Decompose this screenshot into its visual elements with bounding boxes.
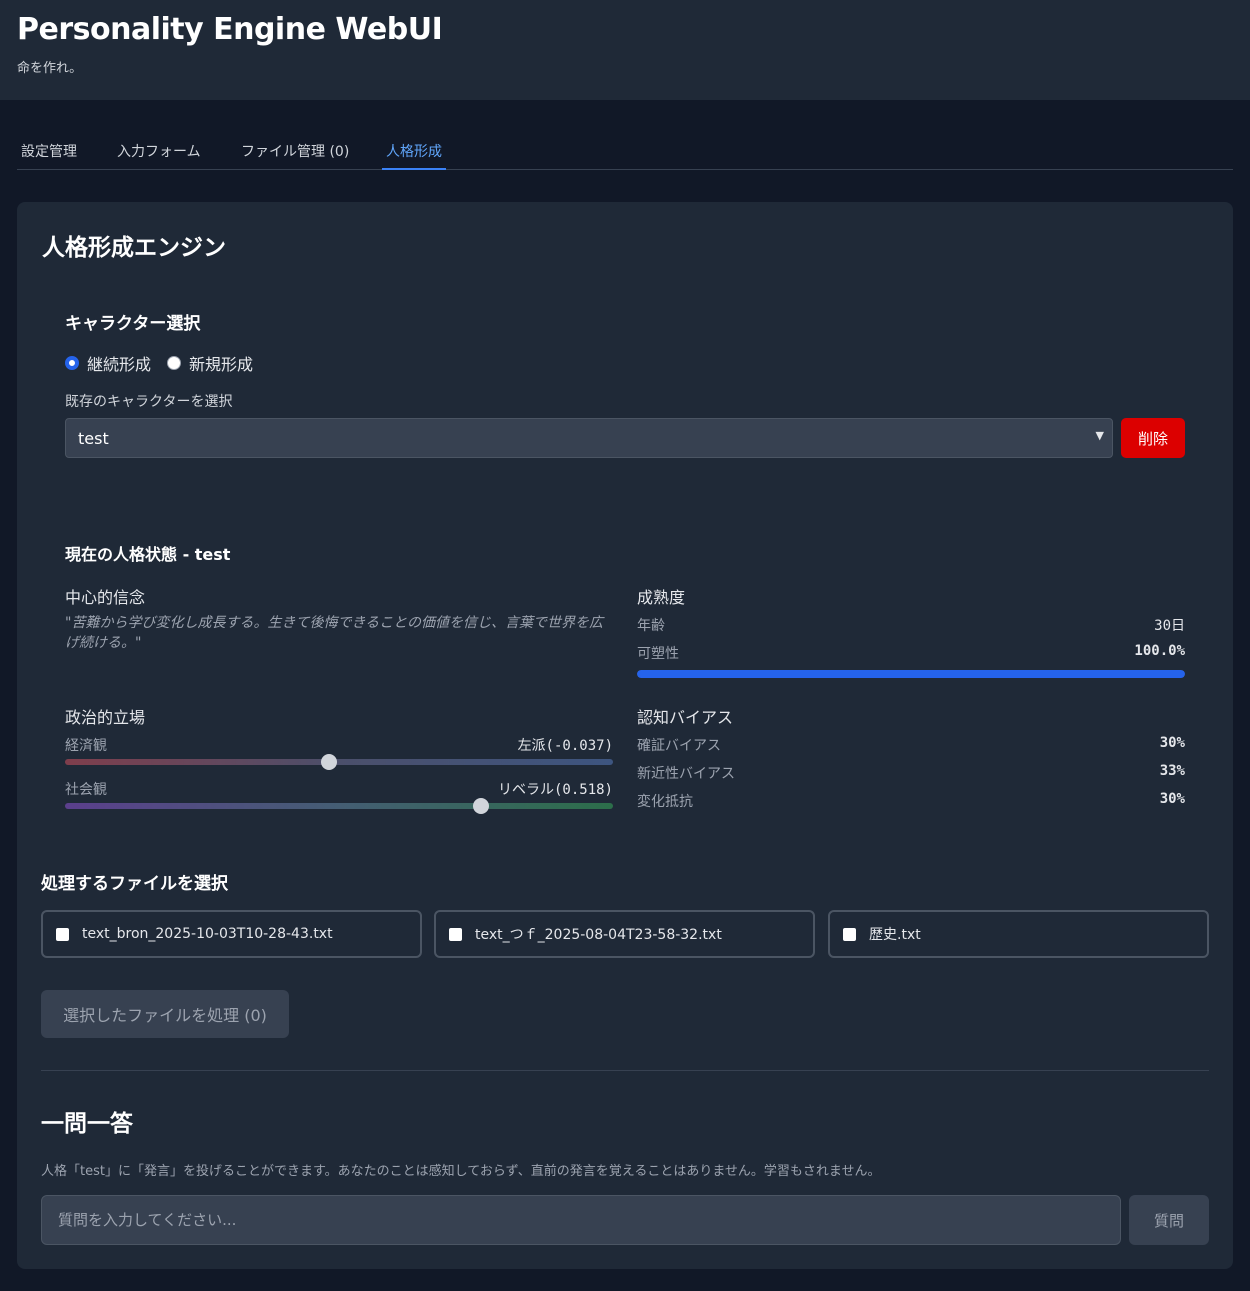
chevron-down-icon: ▼ [1095, 429, 1104, 442]
active-tab-indicator [382, 168, 446, 170]
economic-slider-track [65, 759, 613, 765]
radio-new-formation[interactable]: 新規形成 [167, 354, 254, 374]
qa-title: 一問一答 [41, 1111, 133, 1137]
core-belief-text: "苦難から学び変化し成長する。生きて後悔できることの価値を信じ、言葉で世界を広げ… [65, 615, 604, 651]
checkbox-icon[interactable] [843, 927, 856, 941]
character-select-value: test [78, 429, 109, 448]
file-name: 歴史.txt [869, 927, 921, 943]
social-slider-thumb[interactable] [472, 798, 489, 814]
file-name: text_bron_2025-10-03T10-28-43.txt [82, 926, 333, 942]
current-state-heading: 現在の人格状態 - test [65, 545, 231, 564]
checkbox-icon[interactable] [56, 927, 69, 941]
social-label: 社会観 [65, 782, 107, 798]
app-subtitle: 命を作れ。 [17, 61, 83, 76]
bias-label: 確証バイアス [637, 738, 721, 754]
bias-value: 30% [1159, 791, 1185, 807]
plasticity-bar [637, 670, 1185, 678]
radio-label: 継続形成 [87, 355, 152, 374]
delete-character-button[interactable]: 削除 [1121, 418, 1185, 458]
bias-label: 新近性バイアス [637, 766, 735, 782]
plasticity-label: 可塑性 [637, 646, 679, 662]
economic-label: 経済観 [65, 738, 107, 754]
app-title: Personality Engine WebUI [17, 12, 443, 47]
tab-bar: 設定管理 入力フォーム ファイル管理 (0) 人格形成 [17, 130, 1233, 170]
age-value: 30日 [1154, 618, 1185, 634]
radio-label: 新規形成 [189, 355, 254, 374]
character-select-heading: キャラクター選択 [65, 314, 201, 334]
radio-checked-icon [65, 356, 79, 370]
tab-file-management[interactable]: ファイル管理 (0) [241, 141, 349, 161]
political-stance-heading: 政治的立場 [65, 708, 146, 727]
social-value: リベラル(0.518) [497, 782, 613, 798]
economic-value: 左派(-0.037) [517, 738, 613, 754]
file-option[interactable]: 歴史.txt [828, 910, 1209, 958]
tab-input-form[interactable]: 入力フォーム [117, 141, 201, 161]
checkbox-icon[interactable] [449, 927, 462, 941]
existing-character-label: 既存のキャラクターを選択 [65, 394, 233, 410]
file-select-heading: 処理するファイルを選択 [41, 874, 228, 894]
radio-unchecked-icon [167, 356, 181, 370]
plasticity-value: 100.0% [1134, 643, 1185, 659]
file-name: text_つｆ_2025-08-04T23-58-32.txt [475, 927, 722, 943]
app-header: Personality Engine WebUI 命を作れ。 [0, 0, 1250, 100]
tab-personality-formation[interactable]: 人格形成 [386, 141, 442, 161]
character-select[interactable]: test ▼ [65, 418, 1113, 458]
file-option[interactable]: text_bron_2025-10-03T10-28-43.txt [41, 910, 422, 958]
divider [41, 1070, 1209, 1071]
file-option[interactable]: text_つｆ_2025-08-04T23-58-32.txt [434, 910, 815, 958]
qa-description: 人格「test」に「発言」を投げることができます。あなたのことは感知しておらず、… [41, 1164, 881, 1179]
social-slider-track [65, 803, 613, 809]
age-label: 年齢 [637, 618, 665, 634]
cognitive-bias-heading: 認知バイアス [637, 708, 734, 727]
tab-settings[interactable]: 設定管理 [21, 141, 77, 161]
bias-value: 30% [1159, 735, 1185, 751]
plasticity-bar-fill [637, 670, 1185, 678]
panel-title: 人格形成エンジン [42, 235, 226, 261]
question-input[interactable] [41, 1195, 1121, 1245]
core-belief-heading: 中心的信念 [65, 588, 146, 607]
radio-continue-formation[interactable]: 継続形成 [65, 354, 152, 374]
ask-button[interactable]: 質問 [1129, 1195, 1209, 1245]
bias-value: 33% [1159, 763, 1185, 779]
maturity-heading: 成熟度 [637, 588, 686, 607]
bias-label: 変化抵抗 [637, 794, 693, 810]
process-files-button[interactable]: 選択したファイルを処理 (0) [41, 990, 289, 1038]
economic-slider-thumb[interactable] [320, 754, 337, 770]
personality-engine-panel: 人格形成エンジン キャラクター選択 継続形成 新規形成 既存のキャラクターを選択… [17, 202, 1233, 1269]
